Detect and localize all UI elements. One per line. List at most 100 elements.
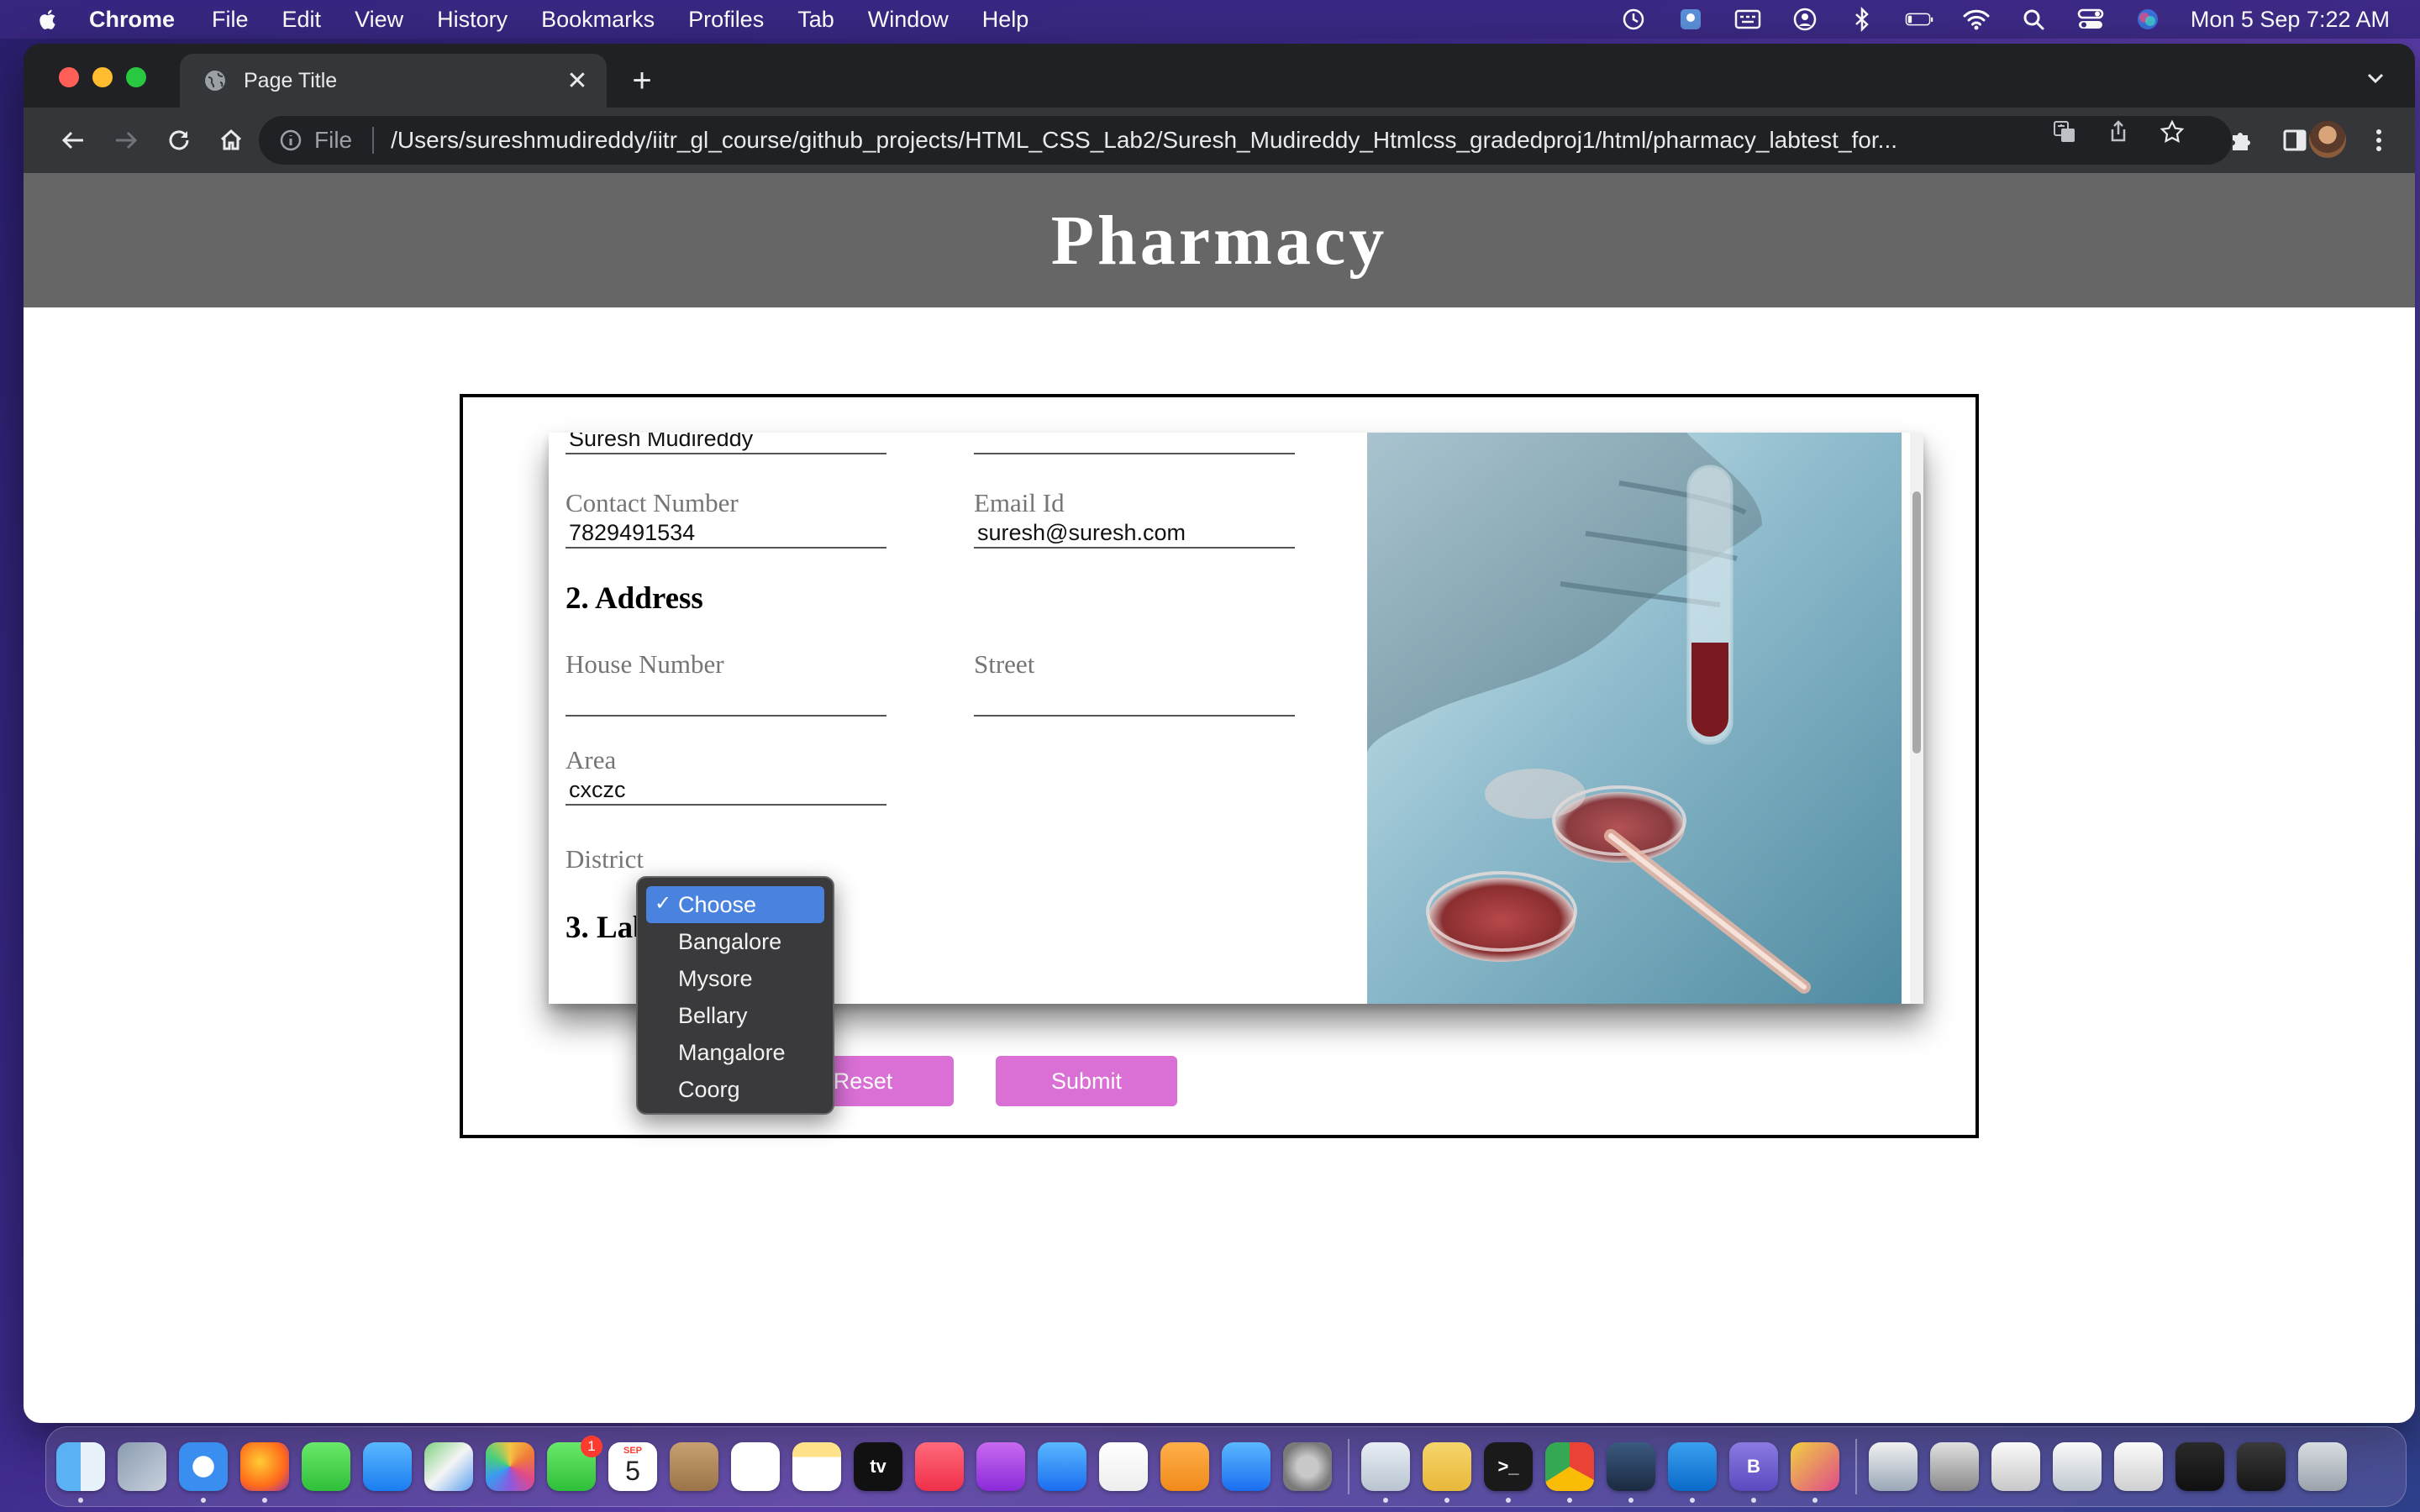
calendar-icon[interactable]: SEP 5 (608, 1442, 657, 1491)
apple-menu-icon[interactable] (34, 5, 62, 34)
reminders-icon[interactable] (731, 1442, 780, 1491)
apple-tv-icon[interactable]: tv (854, 1442, 902, 1491)
forward-arrow-icon[interactable] (110, 124, 142, 156)
screen-share-icon[interactable] (1676, 7, 1705, 32)
form-card-scrollbar[interactable] (1910, 433, 1923, 1004)
menu-history[interactable]: History (437, 7, 508, 33)
minimized-window-thumbnail[interactable] (1930, 1442, 1979, 1491)
district-option-bellary[interactable]: Bellary (646, 997, 824, 1034)
time-machine-icon[interactable] (1619, 7, 1648, 32)
battery-icon[interactable] (1905, 7, 1933, 32)
mysql-workbench-icon[interactable] (1607, 1442, 1655, 1503)
district-select-popup[interactable]: ✓ Choose Bangalore Mysore Bellary Mangal… (636, 876, 834, 1115)
share-icon[interactable] (2106, 119, 2131, 144)
menu-view[interactable]: View (355, 7, 403, 33)
district-option-choose[interactable]: ✓ Choose (646, 886, 824, 923)
new-tab-icon[interactable]: + (627, 62, 657, 99)
photos-icon[interactable] (486, 1442, 534, 1491)
app-store-icon[interactable] (1222, 1442, 1270, 1491)
terminal-icon[interactable]: >_ (1484, 1442, 1533, 1503)
bluetooth-icon[interactable] (1848, 7, 1876, 32)
menubar-clock[interactable]: Mon 5 Sep 7:22 AM (2191, 7, 2390, 33)
menu-profiles[interactable]: Profiles (688, 7, 764, 33)
notes-icon[interactable] (792, 1442, 841, 1491)
translate-icon[interactable] (2052, 119, 2077, 144)
district-option-bangalore[interactable]: Bangalore (646, 923, 824, 960)
window-minimize-button[interactable] (92, 67, 113, 87)
area-input[interactable] (566, 775, 886, 806)
vscode-icon[interactable] (1668, 1442, 1717, 1503)
chrome-menu-kebab-icon[interactable] (2363, 124, 2395, 156)
address-bar[interactable]: File /Users/sureshmudireddy/iitr_gl_cour… (259, 116, 2232, 165)
bookmark-star-icon[interactable] (2160, 119, 2185, 144)
finder-icon[interactable] (56, 1442, 105, 1503)
minimized-window-thumbnail[interactable] (1869, 1442, 1918, 1491)
district-option-mysore[interactable]: Mysore (646, 960, 824, 997)
profile-avatar[interactable] (2309, 121, 2346, 158)
menu-file[interactable]: File (212, 7, 249, 33)
control-center-icon[interactable] (2076, 7, 2105, 32)
siri-icon[interactable] (2133, 7, 2162, 32)
name-input[interactable] (566, 433, 886, 454)
trash-icon[interactable] (2298, 1442, 2347, 1491)
side-panel-icon[interactable] (2279, 124, 2311, 156)
messages-icon[interactable] (302, 1442, 350, 1491)
minimized-window-thumbnail[interactable] (2237, 1442, 2286, 1491)
pages-icon[interactable] (1160, 1442, 1209, 1491)
extensions-puzzle-icon[interactable] (2225, 124, 2257, 156)
minimized-window-thumbnail[interactable] (2053, 1442, 2102, 1491)
street-input[interactable] (974, 686, 1295, 717)
launchpad-icon[interactable] (118, 1442, 166, 1491)
district-option-label: Coorg (678, 1076, 740, 1102)
contact-input[interactable] (566, 518, 886, 549)
district-option-coorg[interactable]: Coorg (646, 1071, 824, 1108)
keynote-icon[interactable] (1038, 1442, 1086, 1491)
menu-edit[interactable]: Edit (282, 7, 322, 33)
safari-icon[interactable] (179, 1442, 228, 1503)
scrollbar-thumb[interactable] (1912, 491, 1921, 753)
wifi-icon[interactable] (1962, 7, 1991, 32)
podcasts-icon[interactable] (976, 1442, 1025, 1491)
numbers-icon[interactable] (1099, 1442, 1148, 1491)
music-icon[interactable] (915, 1442, 964, 1491)
chrome-icon[interactable] (1545, 1442, 1594, 1503)
contacts-icon[interactable] (670, 1442, 718, 1491)
window-zoom-button[interactable] (126, 67, 146, 87)
user-account-icon[interactable] (1791, 7, 1819, 32)
maps-icon[interactable] (424, 1442, 473, 1491)
url-text[interactable]: /Users/sureshmudireddy/iitr_gl_course/gi… (391, 127, 2004, 154)
menu-window[interactable]: Window (868, 7, 949, 33)
house-number-input[interactable] (566, 686, 886, 717)
reload-icon[interactable] (163, 124, 195, 156)
menu-app-name[interactable]: Chrome (89, 7, 175, 33)
spotlight-search-icon[interactable] (2019, 7, 2048, 32)
firefox-icon[interactable] (240, 1442, 289, 1503)
minimized-window-thumbnail[interactable] (2175, 1442, 2224, 1491)
menu-tab[interactable]: Tab (797, 7, 834, 33)
preview-icon[interactable] (1361, 1442, 1410, 1503)
district-option-mangalore[interactable]: Mangalore (646, 1034, 824, 1071)
browser-tab[interactable]: Page Title ✕ (180, 54, 607, 108)
facetime-icon[interactable]: 1 (547, 1436, 602, 1491)
keyboard-input-icon[interactable] (1733, 7, 1762, 32)
menu-bookmarks[interactable]: Bookmarks (541, 7, 655, 33)
menu-help[interactable]: Help (982, 7, 1029, 33)
submit-button[interactable]: Submit (996, 1056, 1177, 1106)
window-close-button[interactable] (59, 67, 79, 87)
tab-search-chevron-icon[interactable] (2363, 66, 2388, 91)
site-info-icon[interactable] (279, 129, 302, 152)
top-right-input[interactable] (974, 433, 1295, 454)
color-picker-icon[interactable] (1791, 1442, 1839, 1503)
notification-badge: 1 (581, 1436, 602, 1457)
mail-icon[interactable] (363, 1442, 412, 1491)
system-preferences-icon[interactable] (1283, 1442, 1332, 1491)
street-label: Street (974, 649, 1035, 679)
tab-close-icon[interactable]: ✕ (565, 67, 590, 95)
home-icon[interactable] (215, 124, 247, 156)
back-arrow-icon[interactable] (57, 124, 89, 156)
folder-icon[interactable] (1423, 1442, 1471, 1503)
minimized-window-thumbnail[interactable] (1991, 1442, 2040, 1491)
minimized-window-thumbnail[interactable] (2114, 1442, 2163, 1491)
bbedit-icon[interactable]: B (1729, 1442, 1778, 1503)
email-input[interactable] (974, 518, 1295, 549)
